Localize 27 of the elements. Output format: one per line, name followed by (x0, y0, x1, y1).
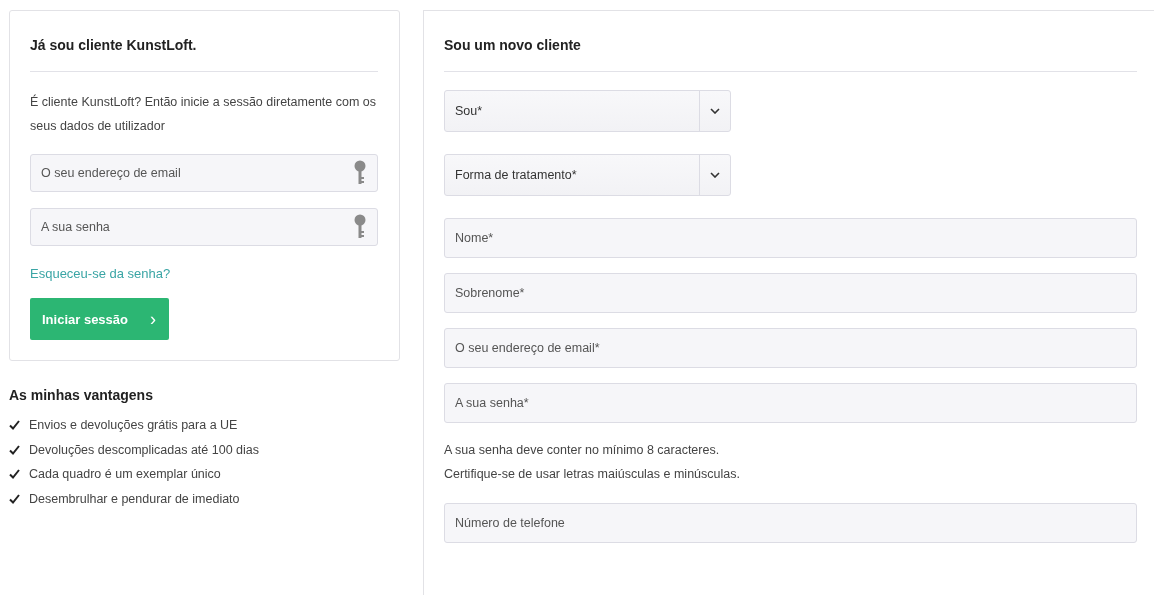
select-field[interactable]: Forma de tratamento* (444, 154, 731, 196)
login-intro: É cliente KunstLoft? Então inicie a sessão diretamente com os seus dados de utilizador (30, 93, 378, 135)
register-title: Sou um novo cliente (444, 37, 582, 55)
input-field[interactable]: Nome* (444, 218, 1137, 258)
check-icon (9, 420, 20, 431)
key-icon (354, 160, 366, 186)
chevron-down-icon (710, 172, 720, 178)
advantage-text: Cada quadro é um exemplar único (29, 467, 221, 482)
login-title: Já sou cliente KunstLoft. (30, 37, 198, 55)
advantage-text: Desembrulhar e pendurar de imediato (29, 491, 240, 506)
input-field[interactable]: A sua senha (30, 208, 378, 246)
input-field[interactable]: A sua senha* (444, 383, 1137, 423)
input-field[interactable]: Número de telefone (444, 503, 1137, 543)
select-field[interactable]: Sou* (444, 90, 731, 132)
key-icon (354, 214, 366, 240)
password-hint: A sua senha deve conter no mínimo 8 caracteres. (444, 442, 721, 459)
check-icon (9, 444, 20, 455)
input-field[interactable]: O seu endereço de email* (444, 328, 1137, 368)
password-hint: Certifique-se de usar letras maiúsculas e minúsculas. (444, 466, 741, 483)
input-field[interactable]: O seu endereço de email (30, 154, 378, 192)
chevron-down-icon (710, 108, 720, 114)
advantages-title: As minhas vantagens (9, 387, 154, 403)
check-icon (9, 469, 20, 480)
input-field[interactable]: Sobrenome* (444, 273, 1137, 313)
advantage-text: Envios e devoluções grátis para a UE (29, 418, 238, 433)
advantage-text: Devoluções descomplicadas até 100 dias (29, 442, 259, 457)
check-icon (9, 493, 20, 504)
